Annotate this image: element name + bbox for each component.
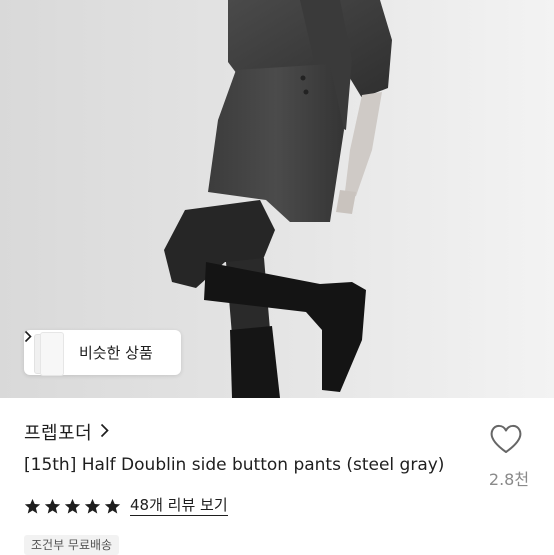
product-title: [15th] Half Doublin side button pants (s… — [24, 455, 445, 475]
heart-icon[interactable] — [488, 423, 528, 459]
shop-name: 프렙포더 — [24, 423, 93, 444]
shop-link[interactable]: 프렙포더 — [24, 419, 109, 445]
star-filled-icon — [24, 498, 41, 513]
similar-thumbnails — [34, 331, 64, 376]
star-filled-icon — [84, 498, 101, 513]
chevron-right-icon — [100, 423, 109, 442]
similar-products-label: 비슷한 상품 — [79, 344, 153, 362]
shipping-badge: 조건부 무료배송 — [24, 535, 120, 555]
view-reviews-link[interactable]: 48개 리뷰 보기 — [130, 496, 228, 516]
star-filled-icon — [104, 498, 121, 513]
star-filled-icon — [44, 498, 61, 513]
similar-products-button[interactable]: 비슷한 상품 — [24, 330, 181, 376]
similar-thumbnail — [40, 331, 64, 376]
star-rating — [24, 498, 124, 515]
like-count: 2.8천 — [488, 470, 530, 489]
product-photo[interactable]: 비슷한 상품 — [0, 0, 554, 398]
rating-row: 48개 리뷰 보기 — [24, 496, 228, 516]
star-filled-icon — [64, 498, 81, 513]
